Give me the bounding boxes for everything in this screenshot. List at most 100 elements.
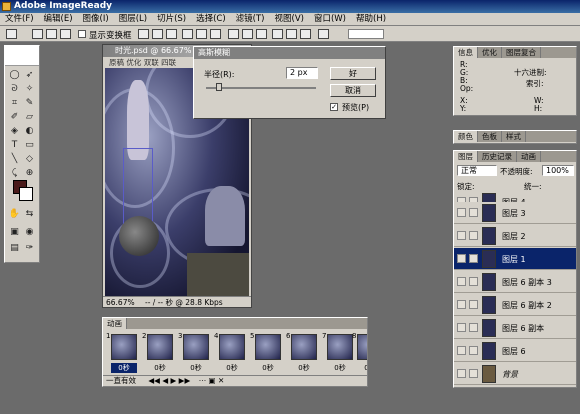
slice-tool-icon[interactable]: ✎ (23, 97, 36, 109)
menu-window[interactable]: 窗口(W) (309, 13, 351, 25)
type-tool-icon[interactable]: T (8, 139, 21, 151)
tab-layers[interactable]: 图层 (454, 151, 478, 162)
first-frame-icon[interactable]: ◀◀ (148, 376, 160, 385)
browser-preview-icon[interactable]: ✑ (23, 242, 36, 254)
layer-options-icon[interactable] (318, 29, 329, 39)
tab-swatches[interactable]: 色板 (478, 131, 502, 142)
move-tool-preset-icon[interactable] (6, 29, 17, 39)
frame-6[interactable]: 6 0秒 (285, 332, 319, 372)
tab-optimized[interactable]: 优化 (126, 58, 141, 67)
tab-animation-panel[interactable]: 动画 (103, 318, 127, 329)
tab-original[interactable]: 原稿 (109, 58, 124, 67)
crop-tool-icon[interactable]: ⌗ (8, 97, 21, 109)
move-tool-icon[interactable]: ➶ (23, 69, 36, 81)
eraser-tool-icon[interactable]: ▱ (23, 111, 36, 123)
distribute-left-icon[interactable] (272, 29, 283, 39)
tab-history[interactable]: 历史记录 (478, 151, 517, 162)
distribute-bottom-icon[interactable] (256, 29, 267, 39)
align-middle-icon[interactable] (152, 29, 163, 39)
jump-to-photoshop-icon[interactable]: ◉ (23, 226, 36, 238)
align-center-icon[interactable] (196, 29, 207, 39)
menu-layer[interactable]: 图层(L) (114, 13, 152, 25)
frame-1[interactable]: 1 0秒 (105, 332, 139, 373)
distribute-center-icon[interactable] (286, 29, 297, 39)
duplicate-frame-icon[interactable]: ▣ (209, 376, 216, 385)
menu-view[interactable]: 视图(V) (270, 13, 309, 25)
radius-slider-thumb[interactable] (216, 83, 222, 91)
menu-select[interactable]: 选择(C) (191, 13, 231, 25)
preview-icon[interactable]: ▤ (8, 242, 21, 254)
align-top-icon[interactable] (138, 29, 149, 39)
layer-row-1[interactable]: 图层 1 (454, 248, 576, 270)
background-color-swatch[interactable] (19, 187, 33, 201)
layer-row-6-copy2[interactable]: 图层 6 副本 2 (454, 294, 576, 316)
image-map-icon[interactable]: ▣ (8, 226, 21, 238)
frame-2[interactable]: 2 0秒 (141, 332, 175, 372)
frame-8[interactable]: 80秒 (351, 332, 367, 372)
tab-layer-comps[interactable]: 图层复合 (502, 47, 541, 58)
blur-tool-icon[interactable]: ◐ (23, 125, 36, 137)
prev-frame-icon[interactable]: ◀ (162, 376, 168, 385)
frame-4[interactable]: 4 0秒 (213, 332, 247, 372)
zoom-level[interactable]: 66.67% (106, 298, 135, 307)
tab-info[interactable]: 信息 (454, 47, 478, 58)
radius-input[interactable]: 2 px (286, 67, 318, 79)
tab-2up[interactable]: 双联 (144, 58, 159, 67)
distribute-middle-icon[interactable] (242, 29, 253, 39)
move-alt-icon[interactable] (46, 29, 57, 39)
frame-5[interactable]: 5 0秒 (249, 332, 283, 372)
line-tool-icon[interactable]: ╲ (8, 153, 21, 165)
tab-color[interactable]: 颜色 (454, 131, 478, 142)
distribute-right-icon[interactable] (300, 29, 311, 39)
opacity-input[interactable]: 100% (542, 165, 574, 176)
menu-image[interactable]: 图像(I) (78, 13, 114, 25)
hand-tool-icon[interactable]: ✋ (8, 208, 21, 220)
show-transform-checkbox[interactable] (78, 30, 86, 38)
tween-icon[interactable]: ⋯ (199, 376, 207, 385)
radius-slider-track[interactable] (206, 87, 316, 89)
rectangle-tool-icon[interactable]: ▭ (23, 139, 36, 151)
delete-frame-icon[interactable]: ✕ (218, 376, 224, 385)
toolbox: ◯ ➶ ᘐ ✧ ⌗ ✎ ✐ ▱ ◈ ◐ T ▭ ╲ ◇ ⤹ ⊕ ✋ ⇆ ▣ ◉ … (4, 45, 40, 263)
layer-row-6-copy[interactable]: 图层 6 副本 (454, 317, 576, 339)
pointer-icon[interactable] (60, 29, 71, 39)
ok-button[interactable]: 好 (330, 67, 376, 80)
menu-slices[interactable]: 切片(S) (152, 13, 191, 25)
align-left-icon[interactable] (182, 29, 193, 39)
brush-tool-icon[interactable]: ✐ (8, 111, 21, 123)
tab-optimize[interactable]: 优化 (478, 47, 502, 58)
eyedropper-icon[interactable]: ⤹ (8, 167, 21, 179)
layer-row-2[interactable]: 图层 2 (454, 225, 576, 247)
preset-dropdown[interactable] (348, 29, 384, 39)
marquee-tool-icon[interactable]: ◯ (8, 69, 21, 81)
align-right-icon[interactable] (210, 29, 221, 39)
bucket-tool-icon[interactable]: ◈ (8, 125, 21, 137)
layer-row-3[interactable]: 图层 3 (454, 202, 576, 224)
menu-file[interactable]: 文件(F) (0, 13, 39, 25)
zoom-tool-icon[interactable]: ⊕ (23, 167, 36, 179)
frame-3[interactable]: 3 0秒 (177, 332, 211, 372)
layer-row-background[interactable]: 背景 (454, 363, 576, 385)
menu-edit[interactable]: 编辑(E) (39, 13, 78, 25)
distribute-top-icon[interactable] (228, 29, 239, 39)
next-frame-icon[interactable]: ▶▶ (179, 376, 191, 385)
blend-mode-select[interactable]: 正常 (457, 165, 497, 176)
tab-4up[interactable]: 四联 (161, 58, 176, 67)
cancel-button[interactable]: 取消 (330, 84, 376, 97)
tab-styles[interactable]: 样式 (502, 131, 526, 142)
loop-select[interactable]: 一直有效 (106, 376, 136, 385)
hotspot-tool-icon[interactable]: ◇ (23, 153, 36, 165)
play-icon[interactable]: ▶ (171, 376, 177, 385)
lasso-tool-icon[interactable]: ᘐ (8, 83, 21, 95)
align-bottom-icon[interactable] (166, 29, 177, 39)
layer-row-6[interactable]: 图层 6 (454, 340, 576, 362)
preview-checkbox[interactable]: ✓ (330, 103, 338, 111)
menu-help[interactable]: 帮助(H) (351, 13, 391, 25)
swap-colors-icon[interactable]: ⇆ (23, 208, 36, 220)
magic-wand-icon[interactable]: ✧ (23, 83, 36, 95)
frame-7[interactable]: 7 0秒 (321, 332, 355, 372)
layer-row-6-copy3[interactable]: 图层 6 副本 3 (454, 271, 576, 293)
move-icon[interactable] (32, 29, 43, 39)
menu-filter[interactable]: 滤镜(T) (231, 13, 270, 25)
tab-animation[interactable]: 动画 (517, 151, 541, 162)
